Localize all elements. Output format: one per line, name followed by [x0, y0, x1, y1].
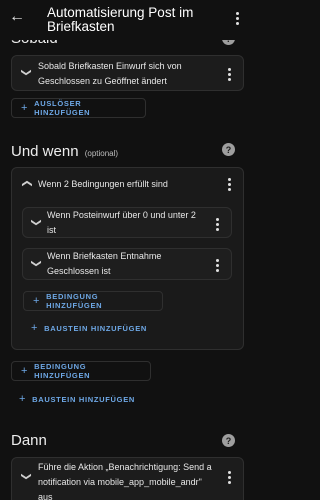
dots-vertical-icon[interactable]: [235, 12, 239, 25]
action-card[interactable]: ❯ Führe die Aktion „Benachrichtigung: Se…: [11, 457, 244, 500]
add-block-inner-label: BAUSTEIN HINZUFÜGEN: [44, 323, 148, 333]
condition-card[interactable]: ❯ Wenn Briefkasten Entnahme Geschlossen …: [22, 248, 232, 280]
plus-icon: +: [21, 102, 29, 114]
add-trigger-button[interactable]: + AUSLÖSER HINZUFÜGEN: [11, 98, 146, 118]
condition-group-title[interactable]: Wenn 2 Bedingungen erfüllt sind: [38, 177, 218, 192]
chevron-down-icon[interactable]: ❯: [31, 259, 42, 267]
help-icon[interactable]: ?: [222, 143, 235, 156]
plus-icon: +: [19, 393, 27, 405]
section-title-und-wenn: Und wenn (optional): [11, 143, 118, 160]
page-title: Automatisierung Post im Briefkasten: [47, 5, 194, 34]
add-condition-inner-button[interactable]: + BEDINGUNG HINZUFÜGEN: [23, 291, 163, 311]
add-trigger-label: AUSLÖSER HINZUFÜGEN: [34, 99, 91, 117]
plus-icon: +: [33, 295, 41, 307]
trigger-card[interactable]: ❯ Sobald Briefkasten Einwurf sich von Ge…: [11, 55, 244, 91]
optional-label: (optional): [84, 149, 119, 158]
plus-icon: +: [21, 365, 29, 377]
add-block-button[interactable]: + BAUSTEIN HINZUFÜGEN: [9, 389, 149, 409]
condition-text: Wenn Briefkasten Entnahme Geschlossen is…: [47, 251, 162, 276]
condition-group-menu-icon[interactable]: [227, 178, 231, 191]
condition-group-card: ❯ Wenn 2 Bedingungen erfüllt sind ❯ Wenn…: [11, 167, 244, 350]
app-bar: ← Automatisierung Post im Briefkasten: [0, 0, 258, 40]
help-icon[interactable]: ?: [222, 434, 235, 447]
add-block-inner-button[interactable]: + BAUSTEIN HINZUFÜGEN: [21, 318, 161, 338]
plus-icon: +: [31, 322, 39, 334]
add-block-label: BAUSTEIN HINZUFÜGEN: [32, 394, 136, 404]
trigger-text: Sobald Briefkasten Einwurf sich von Gesc…: [38, 61, 182, 86]
chevron-down-icon[interactable]: ❯: [21, 68, 32, 76]
chevron-down-icon[interactable]: ❯: [21, 472, 32, 480]
arrow-left-icon[interactable]: ←: [9, 8, 25, 26]
action-menu-icon[interactable]: [227, 471, 231, 484]
chevron-up-icon[interactable]: ❯: [22, 179, 33, 187]
add-condition-label: BEDINGUNG HINZUFÜGEN: [34, 362, 91, 380]
add-condition-button[interactable]: + BEDINGUNG HINZUFÜGEN: [11, 361, 151, 381]
condition-text: Wenn Posteinwurf über 0 und unter 2 ist: [47, 210, 196, 235]
condition-card[interactable]: ❯ Wenn Posteinwurf über 0 und unter 2 is…: [22, 207, 232, 238]
condition-menu-icon[interactable]: [215, 259, 219, 272]
und-wenn-title: Und wenn: [11, 143, 79, 160]
chevron-down-icon[interactable]: ❯: [31, 218, 42, 226]
condition-menu-icon[interactable]: [215, 218, 219, 231]
trigger-menu-icon[interactable]: [227, 68, 231, 81]
add-condition-inner-label: BEDINGUNG HINZUFÜGEN: [46, 292, 103, 310]
section-title-dann: Dann: [11, 432, 47, 449]
action-text: Führe die Aktion „Benachrichtigung: Send…: [38, 462, 212, 500]
